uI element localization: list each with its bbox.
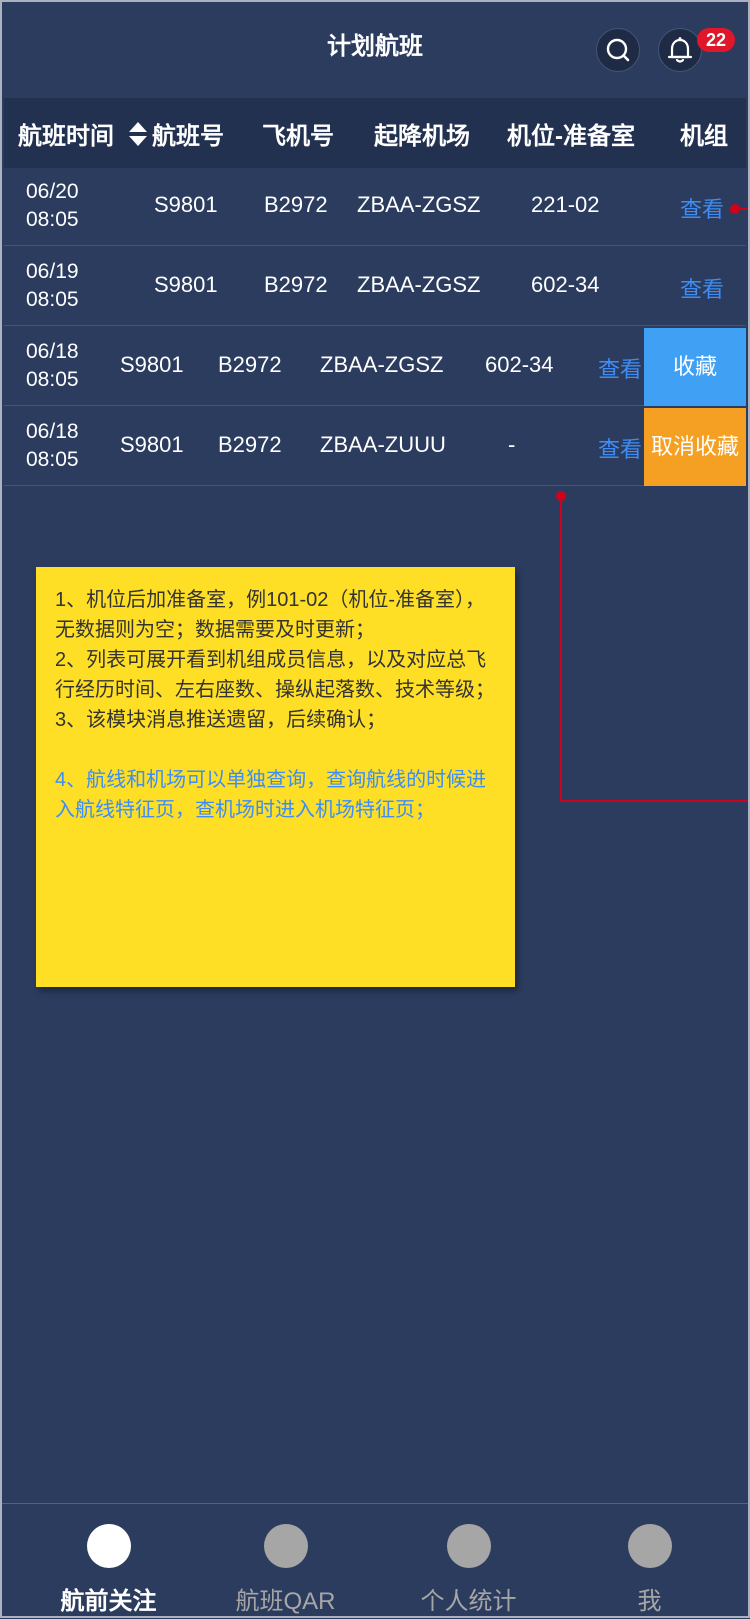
aircraft-number: B2972 — [264, 272, 328, 297]
annotation-note: 1、机位后加准备室，例101-02（机位-准备室），无数据则为空；数据需要及时更… — [36, 567, 515, 987]
column-header-flight-no: 航班号 — [152, 123, 224, 150]
column-header-airports: 起降机场 — [374, 123, 470, 150]
route[interactable]: ZBAA-ZGSZ — [320, 352, 443, 378]
tab-label: 我 — [637, 1588, 662, 1615]
flight-time: 06/18 08:05 — [26, 418, 79, 474]
flight-clock: 08:05 — [26, 448, 79, 471]
annotation-line — [560, 496, 562, 802]
tab-label: 个人统计 — [420, 1588, 517, 1615]
crew-view-link[interactable]: 查看 — [680, 192, 724, 224]
route[interactable]: ZBAA-ZGSZ — [357, 192, 480, 218]
stand-room: - — [508, 432, 516, 457]
note-line-4: 4、航线和机场可以单独查询，查询航线的时候进入航线特征页，查机场时进入机场特征页… — [55, 769, 487, 821]
tab-me-icon — [627, 1524, 672, 1568]
bell-icon — [667, 37, 693, 63]
flight-number: S9801 — [154, 272, 218, 297]
crew-view-link[interactable]: 查看 — [598, 352, 642, 384]
top-bar: 计划航班 22 — [0, 0, 750, 98]
aircraft-number: B2972 — [264, 192, 328, 217]
crew-view-link[interactable]: 查看 — [598, 432, 642, 464]
tab-flight-qar-icon — [263, 1524, 308, 1568]
flight-time: 06/18 08:05 — [26, 338, 79, 394]
notification-button[interactable] — [658, 28, 702, 72]
flight-number: S9801 — [120, 352, 184, 377]
note-line-3: 3、该模块消息推送遗留，后续确认； — [55, 709, 387, 731]
route[interactable]: ZBAA-ZGSZ — [357, 272, 480, 298]
flight-date: 06/19 — [26, 260, 79, 283]
tab-preflight-icon — [86, 1524, 131, 1568]
tab-me[interactable]: 我 — [556, 1504, 743, 1619]
flight-date: 06/18 — [26, 420, 79, 443]
annotation-line — [560, 800, 750, 802]
table-row-swiped[interactable]: 06/18 08:05 S9801 B2972 ZBAA-ZUUU - 查看 — [4, 408, 746, 486]
tab-label: 航班QAR — [235, 1588, 336, 1615]
table-row[interactable]: 06/20 08:05 S9801 B2972 ZBAA-ZGSZ 221-02… — [4, 168, 746, 246]
flight-time: 06/20 08:05 — [26, 178, 79, 234]
flight-number: S9801 — [120, 432, 184, 457]
flight-date: 06/20 — [26, 180, 79, 203]
table-row-swiped[interactable]: 06/18 08:05 S9801 B2972 ZBAA-ZGSZ 602-34… — [4, 328, 746, 406]
sort-icon[interactable] — [128, 120, 148, 148]
flight-date: 06/18 — [26, 340, 79, 363]
route[interactable]: ZBAA-ZUUU — [320, 432, 446, 458]
flight-clock: 08:05 — [26, 288, 79, 311]
tab-personal-stats[interactable]: 个人统计 — [375, 1504, 562, 1619]
tab-preflight[interactable]: 航前关注 — [15, 1504, 202, 1619]
column-header-aircraft: 飞机号 — [262, 123, 334, 150]
stand-room: 602-34 — [485, 352, 554, 377]
favorite-button[interactable]: 收藏 — [644, 328, 746, 406]
tab-label: 航前关注 — [60, 1588, 157, 1615]
stand-room: 602-34 — [531, 272, 600, 297]
crew-view-link[interactable]: 查看 — [680, 272, 724, 304]
column-header-stand-room: 机位-准备室 — [507, 123, 635, 150]
search-button[interactable] — [596, 28, 640, 72]
table-row[interactable]: 06/19 08:05 S9801 B2972 ZBAA-ZGSZ 602-34… — [4, 248, 746, 326]
bottom-tab-bar: 航前关注 航班QAR 个人统计 我 — [0, 1503, 750, 1619]
search-icon — [606, 38, 630, 62]
notification-badge: 22 — [697, 28, 735, 52]
aircraft-number: B2972 — [218, 352, 282, 377]
flight-number: S9801 — [154, 192, 218, 217]
unfavorite-button[interactable]: 取消收藏 — [644, 408, 746, 486]
table-header: 航班时间 航班号 飞机号 起降机场 机位-准备室 机组 — [4, 98, 746, 168]
tab-flight-qar[interactable]: 航班QAR — [192, 1504, 379, 1619]
flight-time: 06/19 08:05 — [26, 258, 79, 314]
aircraft-number: B2972 — [218, 432, 282, 457]
note-line-2: 2、列表可展开看到机组成员信息，以及对应总飞行经历时间、左右座数、操纵起落数、技… — [55, 649, 495, 701]
column-header-crew: 机组 — [680, 123, 728, 150]
flight-clock: 08:05 — [26, 208, 79, 231]
tab-personal-stats-icon — [446, 1524, 491, 1568]
column-header-flight-time[interactable]: 航班时间 — [18, 116, 114, 151]
annotation-line — [735, 208, 750, 210]
flight-clock: 08:05 — [26, 368, 79, 391]
note-line-1: 1、机位后加准备室，例101-02（机位-准备室），无数据则为空；数据需要及时更… — [55, 589, 486, 641]
stand-room: 221-02 — [531, 192, 600, 217]
